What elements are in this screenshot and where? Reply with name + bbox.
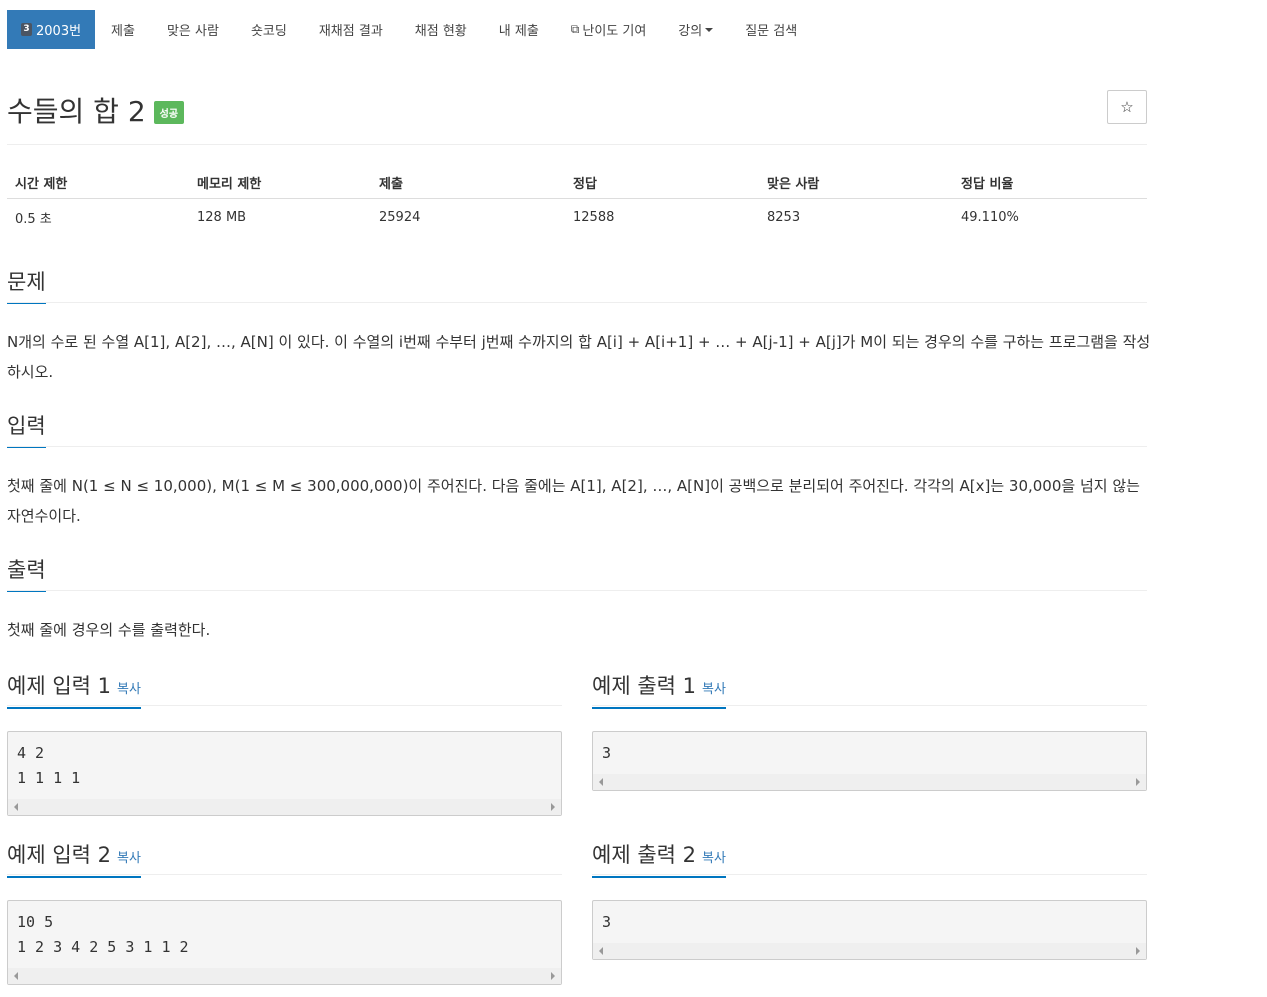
nav-lecture-dropdown[interactable]: 강의 <box>662 10 729 49</box>
horizontal-scrollbar[interactable] <box>8 968 561 984</box>
nav-difficulty-contribution[interactable]: ⧉ 난이도 기여 <box>555 10 663 49</box>
sample-output-2-title: 예제 출력 2 <box>592 843 696 867</box>
problem-info-table: 시간 제한 메모리 제한 제출 정답 맞은 사람 정답 비율 0.5 초 128… <box>7 166 1147 235</box>
copy-sample-input-2-button[interactable]: 복사 <box>117 851 141 866</box>
info-header-row: 시간 제한 메모리 제한 제출 정답 맞은 사람 정답 비율 <box>7 166 1147 199</box>
section-divider <box>7 874 562 875</box>
heading-underline <box>592 707 726 709</box>
status-badge: 성공 <box>153 100 185 124</box>
section-divider <box>7 446 1147 447</box>
sample-input-1-content: 4 2 1 1 1 1 <box>17 744 81 787</box>
output-heading-text: 출력 <box>7 558 46 582</box>
sample-output-1-heading: 예제 출력 1 복사 <box>592 670 726 709</box>
heading-underline <box>7 876 141 878</box>
section-divider <box>592 705 1147 706</box>
nav-judge-status[interactable]: 채점 현황 <box>399 10 483 49</box>
sample-output-2-content: 3 <box>602 913 612 931</box>
header-accepted: 정답 <box>565 166 759 199</box>
scroll-left-icon <box>599 778 603 786</box>
output-section-heading: 출력 <box>7 554 46 592</box>
scroll-right-icon <box>1136 947 1140 955</box>
sample-output-2-heading: 예제 출력 2 복사 <box>592 839 726 878</box>
copy-sample-output-1-button[interactable]: 복사 <box>702 682 726 697</box>
section-divider <box>7 302 1147 303</box>
nav-solved-users[interactable]: 맞은 사람 <box>151 10 235 49</box>
nav-problem-number[interactable]: 3 2003번 <box>7 10 96 49</box>
solved-users-value: 8253 <box>767 209 801 225</box>
nav-difficulty-label: 난이도 기여 <box>582 24 647 39</box>
problem-description: N개의 수로 된 수열 A[1], A[2], …, A[N] 이 있다. 이 … <box>7 333 1151 381</box>
input-description: 첫째 줄에 N(1 ≤ N ≤ 10,000), M(1 ≤ M ≤ 300,0… <box>7 477 1140 525</box>
nav-short-coding[interactable]: 숏코딩 <box>235 10 303 49</box>
title-divider <box>7 144 1147 145</box>
sample-input-1-title: 예제 입력 1 <box>7 674 111 698</box>
accept-ratio-value: 49.110% <box>961 209 1019 225</box>
submissions-value: 25924 <box>379 209 421 225</box>
sample-input-2-title: 예제 입력 2 <box>7 843 111 867</box>
nav-submit[interactable]: 제출 <box>95 10 151 49</box>
problem-heading-text: 문제 <box>7 270 46 294</box>
nav-rejudge-results[interactable]: 재채점 결과 <box>303 10 399 49</box>
sample-input-1-heading: 예제 입력 1 복사 <box>7 670 141 709</box>
copy-sample-input-1-button[interactable]: 복사 <box>117 682 141 697</box>
sample-output-1-title: 예제 출력 1 <box>592 674 696 698</box>
problem-title-row: 수들의 합 2 성공 <box>7 90 185 130</box>
sample-output-1-box[interactable]: 3 <box>592 731 1147 791</box>
sample-output-1-content: 3 <box>602 744 612 762</box>
copy-sample-output-2-button[interactable]: 복사 <box>702 851 726 866</box>
favorite-star-button[interactable]: ☆ <box>1107 90 1147 124</box>
scroll-right-icon <box>551 803 555 811</box>
nav-my-submissions[interactable]: 내 제출 <box>483 10 555 49</box>
scroll-left-icon <box>14 803 18 811</box>
problem-section-heading: 문제 <box>7 266 46 304</box>
sample-input-2-content: 10 5 1 2 3 4 2 5 3 1 1 2 <box>17 913 189 956</box>
header-submissions: 제출 <box>371 166 565 199</box>
scroll-right-icon <box>551 972 555 980</box>
header-memory-limit: 메모리 제한 <box>189 166 371 199</box>
horizontal-scrollbar[interactable] <box>593 774 1146 790</box>
output-description: 첫째 줄에 경우의 수를 출력한다. <box>7 621 211 639</box>
sample-input-2-box[interactable]: 10 5 1 2 3 4 2 5 3 1 1 2 <box>7 900 562 985</box>
scroll-left-icon <box>14 972 18 980</box>
sample-input-2-heading: 예제 입력 2 복사 <box>7 839 141 878</box>
time-limit-value: 0.5 초 <box>15 211 52 227</box>
scroll-left-icon <box>599 947 603 955</box>
scroll-right-icon <box>1136 778 1140 786</box>
section-divider <box>592 874 1147 875</box>
tier-icon: 3 <box>21 23 32 36</box>
external-link-icon: ⧉ <box>570 22 580 36</box>
memory-limit-value: 128 MB <box>197 209 247 225</box>
info-value-row: 0.5 초 128 MB 25924 12588 8253 49.110% <box>7 199 1147 236</box>
header-solved-users: 맞은 사람 <box>759 166 953 199</box>
accepted-value: 12588 <box>573 209 615 225</box>
section-divider <box>7 705 562 706</box>
star-icon: ☆ <box>1120 98 1134 116</box>
sample-input-1-box[interactable]: 4 2 1 1 1 1 <box>7 731 562 816</box>
header-time-limit: 시간 제한 <box>7 166 189 199</box>
section-divider <box>7 590 1147 591</box>
horizontal-scrollbar[interactable] <box>593 943 1146 959</box>
heading-underline <box>592 876 726 878</box>
caret-down-icon <box>705 27 714 32</box>
header-accept-ratio: 정답 비율 <box>953 166 1147 199</box>
horizontal-scrollbar[interactable] <box>8 799 561 815</box>
nav-lecture-label: 강의 <box>678 24 703 39</box>
problem-nav: 3 2003번 제출 맞은 사람 숏코딩 재채점 결과 채점 현황 내 제출 ⧉… <box>7 10 813 49</box>
sample-output-2-box[interactable]: 3 <box>592 900 1147 960</box>
nav-question-search[interactable]: 질문 검색 <box>729 10 813 49</box>
input-section-heading: 입력 <box>7 410 46 448</box>
input-heading-text: 입력 <box>7 414 46 438</box>
nav-problem-number-label: 2003번 <box>36 24 82 39</box>
heading-underline <box>7 707 141 709</box>
problem-title: 수들의 합 2 <box>7 95 146 128</box>
